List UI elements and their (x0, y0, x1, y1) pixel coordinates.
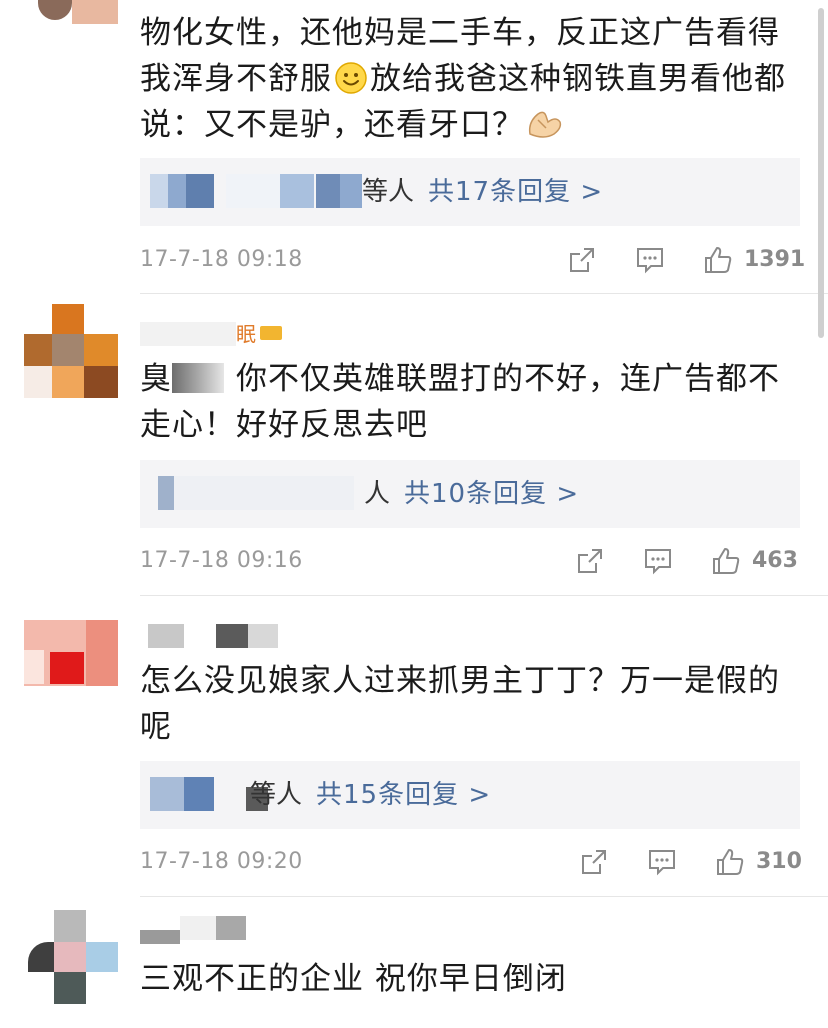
reply-text: 等人 共15条回复 > (250, 761, 491, 829)
thumbs-up-icon[interactable] (710, 545, 742, 577)
mention-prefix: 臭 (140, 361, 172, 397)
comment-meta: 17-7-18 09:18 1391 (140, 240, 805, 280)
timestamp: 17-7-18 09:16 (140, 548, 303, 573)
view-replies-link[interactable]: 共17条回复 > (428, 177, 603, 207)
reply-summary[interactable]: 等人 共15条回复 > (140, 761, 800, 829)
avatar[interactable] (24, 910, 118, 1004)
comment-body: 三观不正的企业 祝你早日倒闭 (140, 961, 567, 997)
share-icon[interactable] (566, 244, 598, 276)
reply-users-suffix: 等人 (250, 780, 303, 810)
thumbs-up-icon[interactable] (702, 244, 734, 276)
share-icon[interactable] (578, 846, 610, 878)
comment-feed: 物化女性，还他妈是二手车，反正这广告看得我浑身不舒服 放给我爸这种钢铁直男看他都说… (0, 0, 828, 1028)
clap-hands-emoji (526, 108, 564, 140)
scrollbar[interactable] (818, 8, 824, 338)
reply-users-suffix: 人 (364, 479, 391, 509)
comment-body: 你不仅英雄联盟打的不好，连广告都不走心！好好反思去吧 (140, 361, 780, 443)
comment-text: 三观不正的企业 祝你早日倒闭 (140, 956, 800, 1002)
avatar[interactable] (24, 0, 118, 44)
view-replies-link[interactable]: 共10条回复 > (404, 479, 579, 509)
reply-text: 人共10条回复 > (364, 460, 579, 528)
comment-icon[interactable] (634, 244, 666, 276)
divider (140, 595, 828, 596)
like-count: 1391 (744, 247, 806, 272)
comment-body: 怎么没见娘家人过来抓男主丁丁？万一是假的呢 (140, 663, 780, 745)
share-icon[interactable] (574, 545, 606, 577)
reply-summary[interactable]: 等人 共17条回复 > (140, 158, 800, 226)
comment-icon[interactable] (642, 545, 674, 577)
reply-text: 等人 共17条回复 > (362, 158, 603, 226)
avatar[interactable] (24, 620, 118, 714)
like-count: 310 (756, 849, 802, 874)
username-text: 眠 (236, 322, 256, 346)
smile-emoji (334, 61, 368, 95)
reply-users-suffix: 等人 (362, 177, 415, 207)
comment-icon[interactable] (646, 846, 678, 878)
comment-text: 臭你不仅英雄联盟打的不好，连广告都不走心！好好反思去吧 (140, 356, 800, 448)
divider (140, 896, 828, 897)
comment-meta: 17-7-18 09:16 463 (140, 541, 800, 581)
thumbs-up-icon[interactable] (714, 846, 746, 878)
avatar[interactable] (24, 304, 118, 398)
blurred-mention (172, 362, 224, 393)
reply-summary[interactable]: 人共10条回复 > (140, 460, 800, 528)
comment-text: 怎么没见娘家人过来抓男主丁丁？万一是假的呢 (140, 658, 800, 750)
comment-text: 物化女性，还他妈是二手车，反正这广告看得我浑身不舒服 放给我爸这种钢铁直男看他都说… (140, 10, 800, 148)
timestamp: 17-7-18 09:20 (140, 849, 303, 874)
comment-meta: 17-7-18 09:20 310 (140, 842, 802, 882)
view-replies-link[interactable]: 共15条回复 > (316, 780, 491, 810)
timestamp: 17-7-18 09:18 (140, 247, 303, 272)
like-count: 463 (752, 548, 798, 573)
divider (140, 293, 828, 294)
vip-crown-icon (260, 326, 282, 340)
